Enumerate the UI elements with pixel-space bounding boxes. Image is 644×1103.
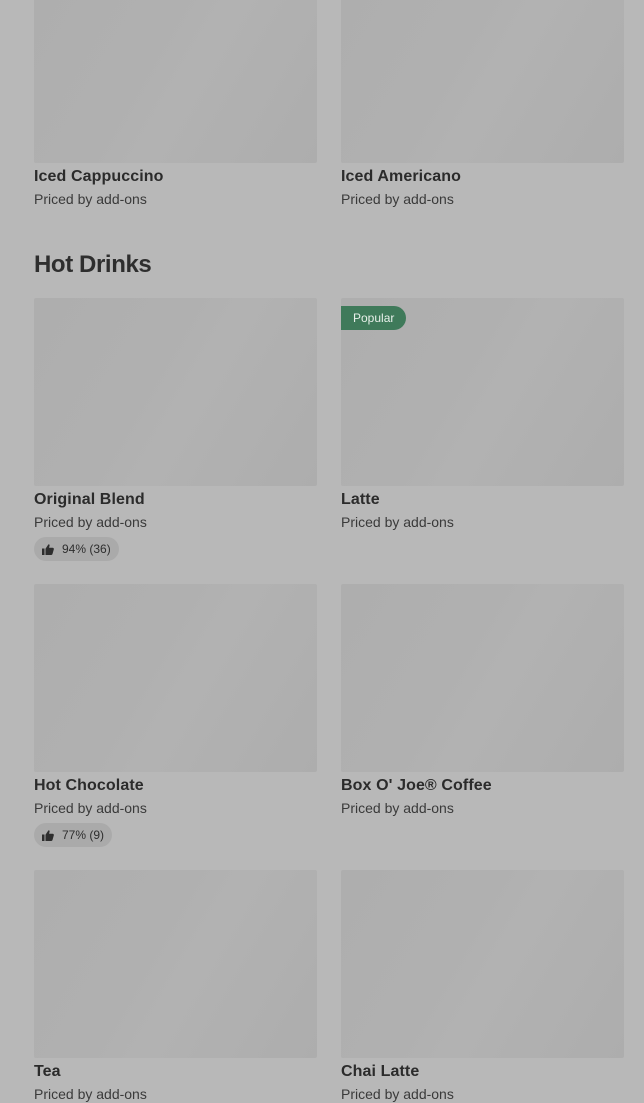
thumbs-up-icon xyxy=(42,829,54,841)
thumbs-up-icon xyxy=(42,543,54,555)
item-image[interactable] xyxy=(34,0,317,163)
item-image[interactable] xyxy=(341,584,624,772)
item-price: Priced by add-ons xyxy=(341,191,454,207)
menu-item-card[interactable]: Original Blend Priced by add-ons 94% (36… xyxy=(34,298,317,561)
item-price: Priced by add-ons xyxy=(34,514,147,530)
item-name[interactable]: Iced Cappuccino xyxy=(34,168,317,186)
menu-page: Iced Cappuccino Priced by add-ons Iced A… xyxy=(0,0,644,1103)
item-name[interactable]: Latte xyxy=(341,491,624,509)
rating-text: 94% (36) xyxy=(62,542,111,556)
item-price: Priced by add-ons xyxy=(34,1086,147,1102)
menu-item-card[interactable]: Box O' Joe® Coffee Priced by add-ons xyxy=(341,584,624,816)
item-image[interactable] xyxy=(34,584,317,772)
item-price: Priced by add-ons xyxy=(341,1086,454,1102)
menu-item-card[interactable]: Iced Americano Priced by add-ons xyxy=(341,0,624,207)
popular-badge: Popular xyxy=(341,306,407,330)
item-image[interactable] xyxy=(34,298,317,486)
item-name[interactable]: Hot Chocolate xyxy=(34,777,317,795)
rating-text: 77% (9) xyxy=(62,828,105,842)
item-price: Priced by add-ons xyxy=(34,800,147,816)
menu-item-card[interactable]: Iced Cappuccino Priced by add-ons xyxy=(34,0,317,207)
menu-item-card[interactable]: Hot Chocolate Priced by add-ons 77% (9) xyxy=(34,584,317,847)
item-name[interactable]: Box O' Joe® Coffee xyxy=(341,777,624,795)
rating-badge: 77% (9) xyxy=(34,823,113,847)
item-name[interactable]: Tea xyxy=(34,1063,317,1081)
item-price: Priced by add-ons xyxy=(341,514,454,530)
item-price: Priced by add-ons xyxy=(341,800,454,816)
item-name[interactable]: Original Blend xyxy=(34,491,317,509)
item-price: Priced by add-ons xyxy=(34,191,147,207)
section-title: Hot Drinks xyxy=(34,251,152,278)
item-image[interactable] xyxy=(341,0,624,163)
item-image[interactable] xyxy=(34,870,317,1058)
menu-item-card[interactable]: Chai Latte Priced by add-ons xyxy=(341,870,624,1102)
item-name[interactable]: Iced Americano xyxy=(341,168,624,186)
rating-badge: 94% (36) xyxy=(34,537,119,561)
item-image[interactable] xyxy=(341,870,624,1058)
menu-item-card[interactable]: Tea Priced by add-ons xyxy=(34,870,317,1102)
item-image[interactable]: Popular xyxy=(341,298,624,486)
menu-item-card[interactable]: Popular Latte Priced by add-ons xyxy=(341,298,624,530)
item-name[interactable]: Chai Latte xyxy=(341,1063,624,1081)
